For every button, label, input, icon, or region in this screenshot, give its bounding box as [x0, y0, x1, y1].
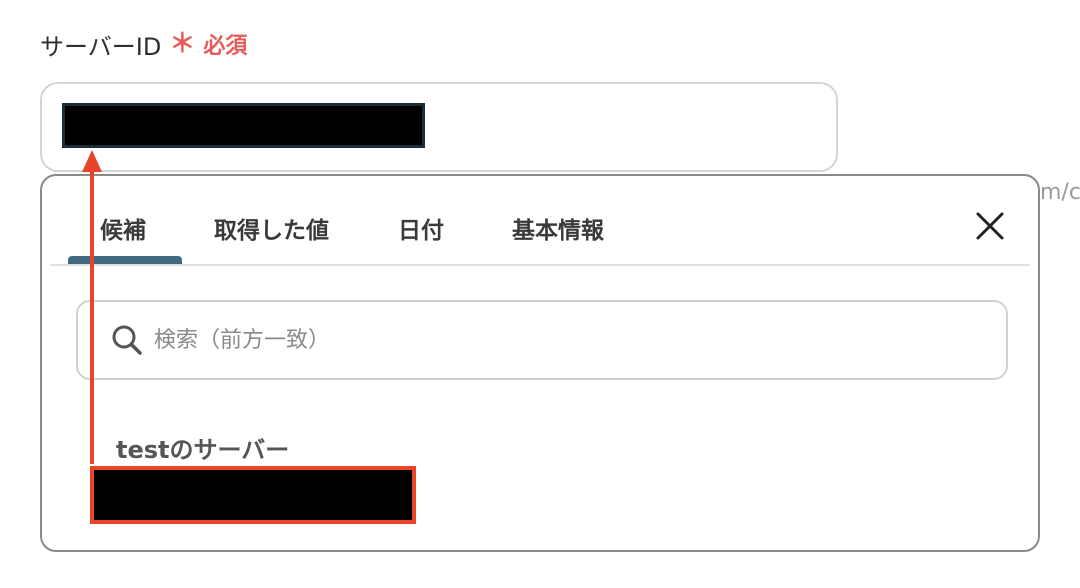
tab-candidates[interactable]: 候補: [100, 208, 146, 248]
search-input[interactable]: [152, 314, 956, 366]
tab-label: 取得した値: [214, 218, 329, 244]
candidate-option[interactable]: [90, 466, 416, 524]
tab-basic-info[interactable]: 基本情報: [512, 208, 604, 248]
required-asterisk: ＊: [169, 29, 196, 59]
background-text-fragment: m/c: [1040, 180, 1080, 205]
tab-label: 日付: [398, 218, 444, 244]
active-tab-indicator: [68, 256, 182, 264]
value-picker-popup: 候補 取得した値 日付 基本情報 testのサーバー: [40, 174, 1040, 552]
server-id-label: サーバーID: [40, 32, 162, 61]
search-icon: [112, 325, 142, 355]
tab-acquired-values[interactable]: 取得した値: [214, 208, 329, 248]
redacted-input-value: [62, 103, 425, 148]
search-box: [76, 300, 1008, 380]
server-id-label-row: サーバーID ＊ 必須: [40, 24, 247, 64]
close-button[interactable]: [972, 208, 1008, 244]
tab-divider: [50, 264, 1030, 266]
tab-date[interactable]: 日付: [398, 208, 444, 248]
close-icon: [976, 212, 1004, 240]
tab-label: 基本情報: [512, 218, 604, 244]
required-text: 必須: [203, 34, 248, 59]
candidate-group-label: testのサーバー: [116, 436, 290, 464]
tab-label: 候補: [100, 218, 146, 244]
